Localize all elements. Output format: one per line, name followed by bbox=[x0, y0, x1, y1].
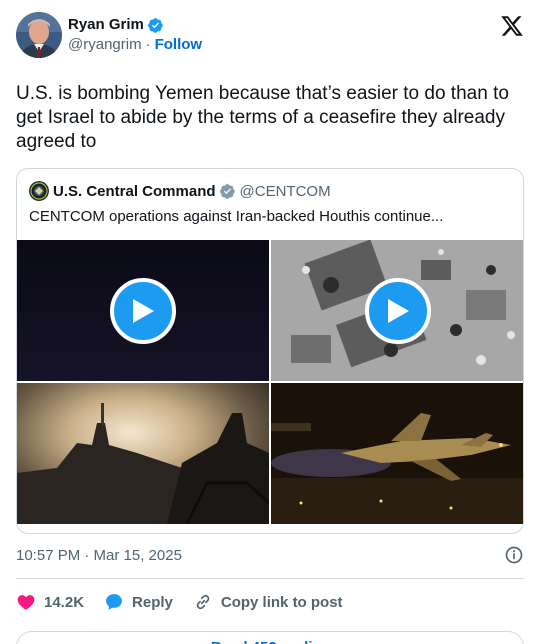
verified-badge-icon bbox=[147, 17, 163, 33]
like-button[interactable]: 14.2K bbox=[16, 592, 84, 612]
reply-button[interactable]: Reply bbox=[104, 592, 173, 612]
follow-button[interactable]: Follow bbox=[155, 35, 203, 55]
play-icon bbox=[133, 298, 154, 323]
centcom-seal-icon bbox=[29, 181, 49, 201]
x-logo-icon[interactable] bbox=[500, 14, 524, 38]
read-replies-button[interactable]: Read 453 replies bbox=[16, 631, 524, 644]
tweet-embed: Ryan Grim @ryangrim · Follow U.S. is bom… bbox=[0, 0, 540, 644]
media-video-1[interactable] bbox=[17, 240, 269, 381]
photo-jet-carrier bbox=[271, 383, 523, 524]
verified-badge-gray-icon bbox=[219, 183, 235, 199]
quoted-author-name: U.S. Central Command bbox=[53, 182, 216, 200]
handle-row: @ryangrim · Follow bbox=[68, 35, 202, 55]
author-name-row: Ryan Grim bbox=[68, 15, 202, 35]
quoted-tweet[interactable]: U.S. Central Command @CENTCOM CENTCOM op… bbox=[16, 168, 524, 534]
divider bbox=[16, 578, 524, 579]
separator-dot: · bbox=[145, 36, 151, 53]
author-name[interactable]: Ryan Grim bbox=[68, 15, 144, 35]
copy-link-button[interactable]: Copy link to post bbox=[193, 592, 343, 612]
action-bar: 14.2K Reply Copy link to post bbox=[16, 581, 524, 623]
like-count: 14.2K bbox=[44, 593, 85, 611]
reply-label: Reply bbox=[132, 593, 173, 611]
media-grid bbox=[17, 240, 523, 524]
quoted-tweet-header: U.S. Central Command @CENTCOM bbox=[17, 169, 523, 203]
quoted-tweet-text: CENTCOM operations against Iran-backed H… bbox=[29, 208, 444, 225]
timestamp[interactable]: 10:57 PM · Mar 15, 2025 bbox=[16, 547, 182, 564]
tweet-meta: 10:57 PM · Mar 15, 2025 bbox=[16, 544, 524, 566]
reply-icon bbox=[106, 594, 122, 610]
link-icon bbox=[196, 594, 210, 610]
copy-link-label: Copy link to post bbox=[220, 593, 343, 611]
media-photo-ship[interactable] bbox=[17, 383, 269, 524]
play-icon bbox=[387, 298, 409, 323]
author-info: Ryan Grim @ryangrim · Follow bbox=[68, 12, 202, 55]
quoted-author-handle: @CENTCOM bbox=[239, 182, 331, 200]
play-button[interactable] bbox=[110, 277, 176, 344]
info-icon[interactable] bbox=[504, 545, 524, 565]
author-handle[interactable]: @ryangrim bbox=[68, 35, 142, 55]
media-video-2[interactable] bbox=[271, 240, 523, 381]
avatar[interactable] bbox=[16, 12, 62, 58]
media-photo-jet[interactable] bbox=[271, 383, 523, 524]
photo-ship-launch bbox=[17, 383, 269, 524]
play-button[interactable] bbox=[364, 277, 431, 344]
tweet-header: Ryan Grim @ryangrim · Follow bbox=[16, 12, 524, 60]
tweet-text: U.S. is bombing Yemen because that’s eas… bbox=[16, 83, 509, 152]
heart-icon bbox=[17, 595, 35, 610]
